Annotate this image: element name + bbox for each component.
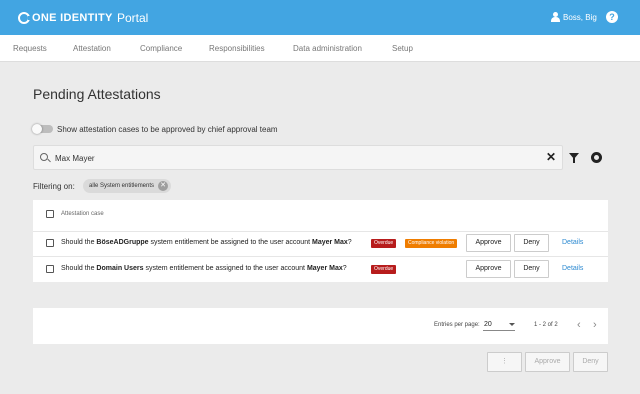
search-field[interactable]: Max Mayer ✕ bbox=[33, 145, 563, 170]
filter-chip: alle System entitlements ✕ bbox=[83, 179, 172, 193]
chief-approval-toggle[interactable] bbox=[32, 124, 53, 134]
details-link[interactable]: Details bbox=[562, 265, 583, 272]
entries-per-page-label: Entries per page: bbox=[434, 322, 480, 328]
nav-item-responsibilities[interactable]: Responsibilities bbox=[209, 44, 265, 53]
user-icon bbox=[551, 12, 560, 22]
attestation-table: Attestation case Should the BöseADGruppe… bbox=[33, 200, 608, 282]
user-menu[interactable]: Boss, Big bbox=[551, 12, 597, 22]
one-identity-logo[interactable]: ONE IDENTITY bbox=[18, 11, 113, 25]
entries-per-page-value: 20 bbox=[484, 321, 492, 328]
compliance-violation-badge: Compliance violation bbox=[405, 239, 458, 248]
logo-ring-icon bbox=[18, 12, 31, 24]
entitlement-name: Domain Users bbox=[96, 265, 144, 272]
row-divider bbox=[33, 256, 608, 257]
paginator: Entries per page: 20 1 - 2 of 2 ‹ › bbox=[33, 308, 608, 344]
column-header-attestation-case: Attestation case bbox=[61, 211, 104, 217]
app-name: Portal bbox=[117, 11, 149, 25]
row-checkbox[interactable] bbox=[46, 265, 54, 273]
nav-item-attestation[interactable]: Attestation bbox=[73, 44, 111, 53]
nav-item-requests[interactable]: Requests bbox=[13, 44, 47, 53]
overdue-badge: Overdue bbox=[371, 239, 397, 248]
nav-item-setup[interactable]: Setup bbox=[392, 44, 413, 53]
search-icon bbox=[40, 153, 48, 161]
previous-page-icon[interactable]: ‹ bbox=[577, 319, 581, 331]
deny-button[interactable]: Deny bbox=[514, 234, 549, 252]
filter-chip-label: alle System entitlements bbox=[89, 183, 155, 189]
page-range: 1 - 2 of 2 bbox=[534, 322, 558, 328]
attestation-case-text: Should the Domain Users system entitleme… bbox=[61, 265, 347, 272]
account-name: Mayer Max bbox=[311, 239, 348, 246]
nav-item-compliance[interactable]: Compliance bbox=[140, 44, 182, 53]
overdue-badge: Overdue bbox=[371, 265, 397, 274]
account-name: Mayer Max bbox=[306, 265, 343, 272]
approve-selected-button[interactable]: Approve bbox=[525, 352, 570, 372]
more-actions-button[interactable]: ⋮ bbox=[487, 352, 522, 372]
entries-per-page-select[interactable]: 20 bbox=[483, 319, 515, 331]
chief-approval-toggle-label: Show attestation cases to be approved by… bbox=[57, 125, 278, 134]
filtering-on-label: Filtering on: bbox=[33, 182, 75, 191]
filter-icon[interactable] bbox=[569, 153, 579, 163]
select-all-checkbox[interactable] bbox=[46, 210, 54, 218]
entitlement-name: BöseADGruppe bbox=[96, 239, 149, 246]
approve-button[interactable]: Approve bbox=[466, 260, 511, 278]
attestation-case-text: Should the BöseADGruppe system entitleme… bbox=[61, 239, 352, 246]
user-name: Boss, Big bbox=[563, 12, 597, 22]
approve-button[interactable]: Approve bbox=[466, 234, 511, 252]
nav-item-data-administration[interactable]: Data administration bbox=[293, 44, 362, 53]
grouping-icon[interactable] bbox=[591, 152, 602, 163]
next-page-icon[interactable]: › bbox=[593, 319, 597, 331]
page-title: Pending Attestations bbox=[33, 86, 161, 102]
top-bar: ONE IDENTITY Portal Boss, Big ? bbox=[0, 0, 640, 35]
logo-text: ONE IDENTITY bbox=[32, 12, 113, 24]
row-divider bbox=[33, 231, 608, 232]
toggle-knob bbox=[32, 124, 42, 134]
dropdown-caret-icon bbox=[509, 323, 515, 326]
deny-selected-button[interactable]: Deny bbox=[573, 352, 608, 372]
row-checkbox[interactable] bbox=[46, 239, 54, 247]
details-link[interactable]: Details bbox=[562, 239, 583, 246]
deny-button[interactable]: Deny bbox=[514, 260, 549, 278]
search-input[interactable]: Max Mayer bbox=[55, 154, 95, 163]
clear-search-icon[interactable]: ✕ bbox=[546, 151, 556, 163]
help-icon[interactable]: ? bbox=[606, 11, 618, 23]
remove-filter-icon[interactable]: ✕ bbox=[158, 181, 169, 191]
main-nav: Requests Attestation Compliance Responsi… bbox=[0, 35, 640, 62]
